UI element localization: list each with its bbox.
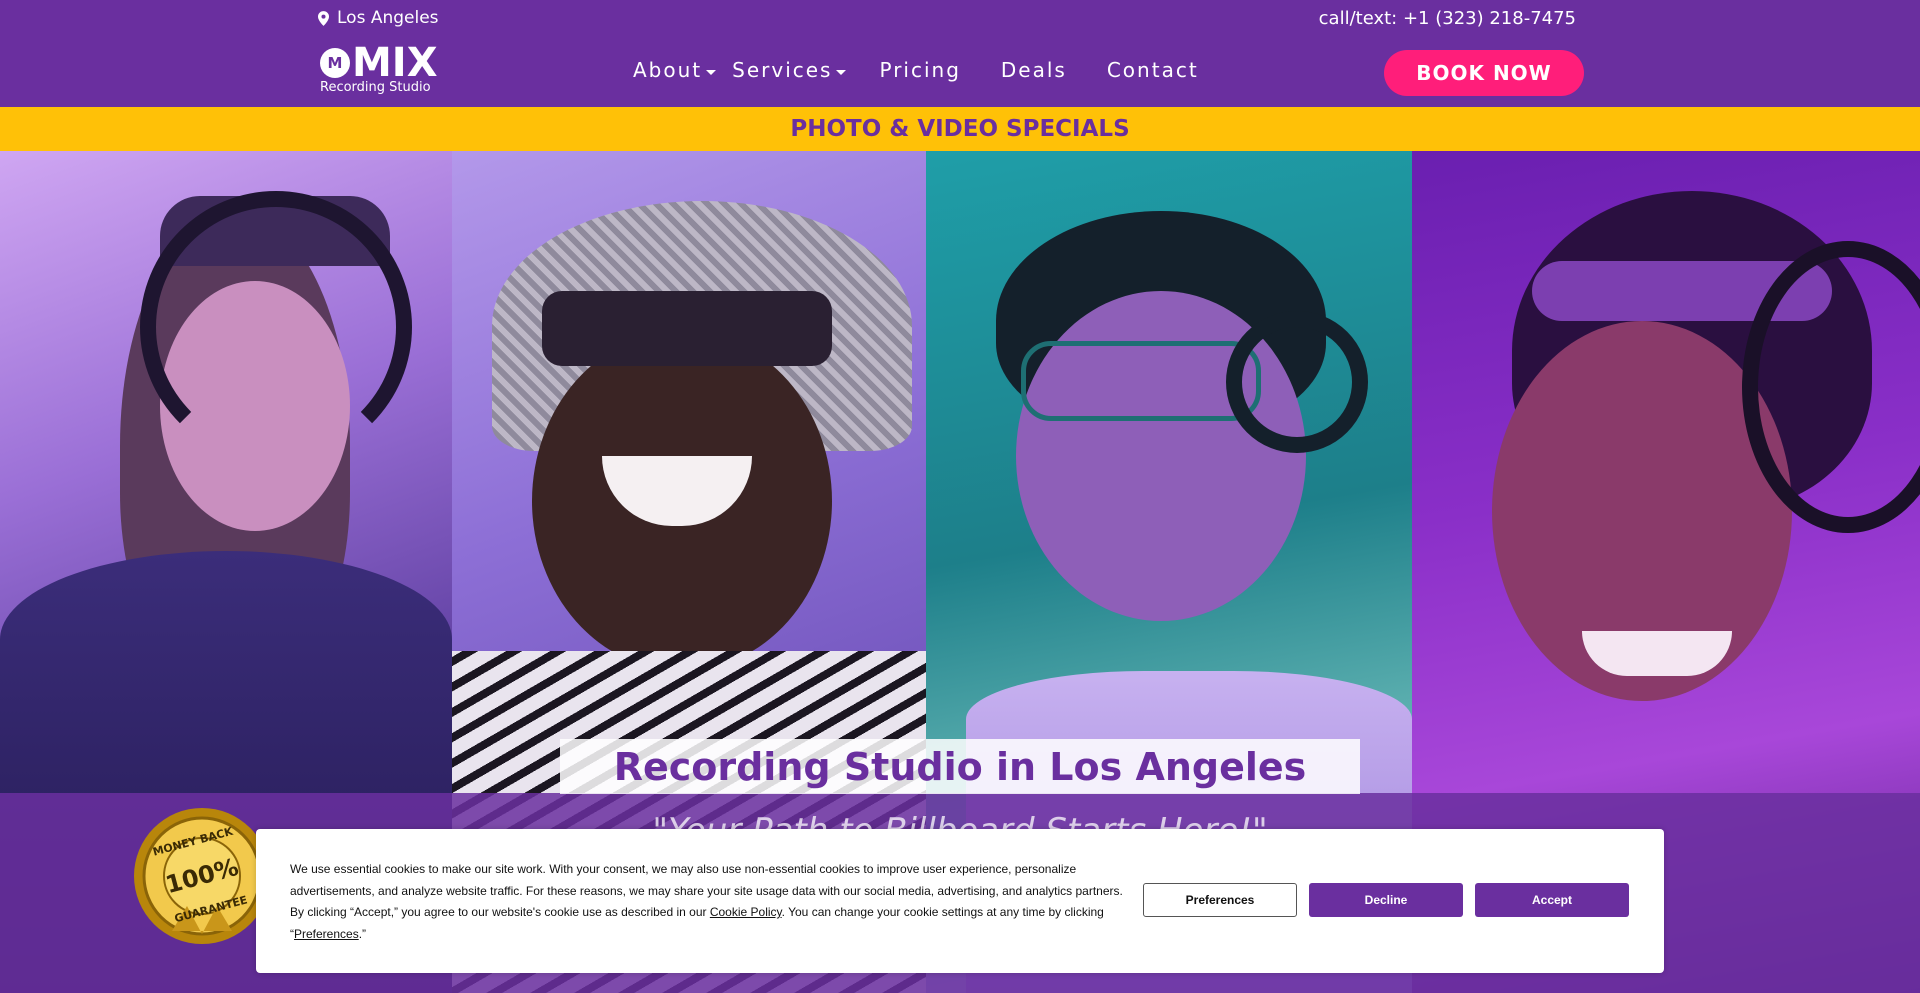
promo-bar[interactable]: PHOTO & VIDEO SPECIALS <box>0 107 1920 151</box>
cookie-preferences-button[interactable]: Preferences <box>1143 883 1297 917</box>
location[interactable]: Los Angeles <box>318 8 439 28</box>
logo-subtitle: Recording Studio <box>320 80 431 95</box>
hero-title: Recording Studio in Los Angeles <box>613 744 1307 789</box>
hero-title-box: Recording Studio in Los Angeles <box>560 739 1360 794</box>
logo-mark: M MIX <box>320 40 438 86</box>
location-label: Los Angeles <box>337 8 439 28</box>
cookie-text-3: .” <box>358 926 367 941</box>
cookie-banner: We use essential cookies to make our sit… <box>256 829 1664 973</box>
logo-word: MIX <box>352 40 438 86</box>
main-nav: About Services Pricing Deals Contact <box>633 58 1199 82</box>
nav-services[interactable]: Services <box>732 58 847 82</box>
nav-about-label: About <box>633 58 703 82</box>
site-header: Los Angeles call/text: +1 (323) 218-7475… <box>0 0 1920 107</box>
headphones-shape <box>140 191 412 463</box>
nav-deals[interactable]: Deals <box>1001 58 1067 82</box>
promo-label: PHOTO & VIDEO SPECIALS <box>790 116 1130 142</box>
smile-shape <box>1582 631 1732 676</box>
sunglasses-shape <box>542 291 832 366</box>
glasses-shape <box>1021 341 1261 421</box>
logo-m-icon: M <box>320 48 350 78</box>
caret-down-icon <box>836 69 847 75</box>
book-now-button[interactable]: BOOK NOW <box>1384 50 1584 96</box>
logo[interactable]: M MIX Recording Studio <box>320 40 438 95</box>
headphones-shape <box>1226 311 1368 453</box>
nav-contact[interactable]: Contact <box>1107 58 1199 82</box>
phone-link[interactable]: call/text: +1 (323) 218-7475 <box>1319 8 1576 29</box>
cookie-policy-link[interactable]: Cookie Policy <box>710 905 782 919</box>
nav-services-label: Services <box>732 58 833 82</box>
preferences-link[interactable]: Preferences <box>294 927 359 941</box>
nav-pricing[interactable]: Pricing <box>879 58 960 82</box>
cookie-text: We use essential cookies to make our sit… <box>290 859 1130 945</box>
location-pin-icon <box>318 10 329 26</box>
caret-down-icon <box>706 69 717 75</box>
cookie-accept-button[interactable]: Accept <box>1475 883 1629 917</box>
guarantee-seal-icon: MONEY BACK 100% GUARANTEE <box>134 808 270 944</box>
cookie-decline-button[interactable]: Decline <box>1309 883 1463 917</box>
nav-about[interactable]: About <box>633 58 717 82</box>
